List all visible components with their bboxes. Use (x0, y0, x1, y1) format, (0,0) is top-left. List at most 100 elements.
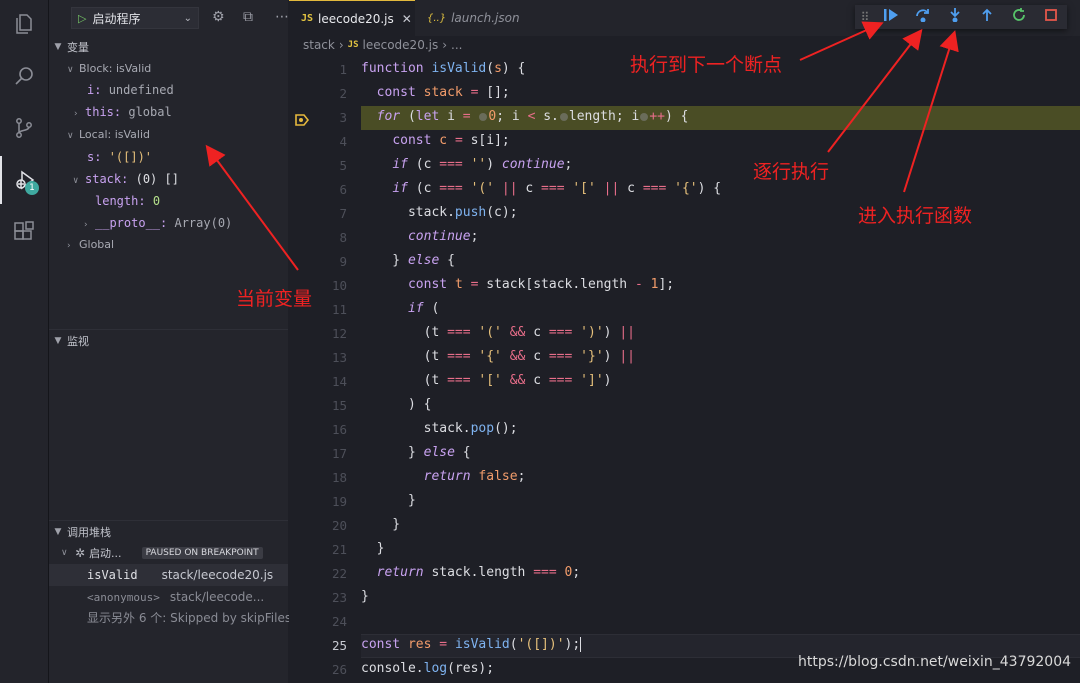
chevron-down-icon: ∨ (73, 176, 79, 186)
code-line: const t = stack[stack.length - 1]; (407, 277, 675, 292)
json-file-icon: {..} (427, 12, 447, 24)
continue-icon[interactable] (875, 8, 907, 26)
debug-icon[interactable] (0, 156, 48, 204)
var-stack[interactable]: ∨ stack: (0) [] (73, 172, 179, 186)
line-number: 14 (331, 374, 347, 389)
var-i[interactable]: i: undefined (87, 83, 174, 97)
callstack-section-header[interactable]: ▼ 调用堆栈 (49, 521, 288, 543)
annotation-step-over: 逐行执行 (753, 161, 830, 183)
restart-icon[interactable] (1003, 8, 1035, 26)
var-length[interactable]: length: 0 (95, 194, 160, 208)
paused-badge: PAUSED ON BREAKPOINT (141, 547, 263, 559)
watch-section-header[interactable]: ▼ 监视 (49, 330, 288, 352)
files-icon[interactable] (0, 0, 48, 48)
chevron-down-icon: ▼ (54, 527, 62, 537)
launch-config-label: 启动程序 (92, 11, 141, 26)
callstack-frame[interactable]: <anonymous> stack/leecode... (49, 586, 288, 608)
code-line: if ( (407, 301, 440, 316)
callstack-session[interactable]: ∨ ✲ 启动... PAUSED ON BREAKPOINT (49, 542, 288, 564)
var-proto[interactable]: › __proto__: Array(0) (83, 216, 232, 230)
code-line: continue; (407, 229, 479, 244)
debug-badge: 1 (25, 181, 39, 195)
code-line: for (let i = 0; i < s. length; i ++) { (376, 109, 689, 124)
chevron-down-icon: ▼ (54, 336, 62, 346)
scope-global[interactable]: › Global (67, 238, 114, 251)
watermark: https://blog.csdn.net/weixin_43792004 (798, 654, 1072, 670)
js-file-icon: JS (301, 13, 314, 24)
line-number: 3 (339, 110, 347, 125)
line-number: 22 (331, 566, 347, 581)
var-this[interactable]: › this: global (73, 105, 172, 119)
chevron-right-icon: › (83, 220, 89, 230)
breadcrumb-symbol[interactable]: ... (451, 38, 462, 52)
chevron-down-icon: ∨ (61, 548, 68, 558)
step-into-icon[interactable] (939, 8, 971, 26)
gear-icon[interactable]: ⚙ (212, 9, 225, 25)
code-line: return false; (423, 469, 526, 484)
line-number: 2 (339, 86, 347, 101)
line-number: 16 (331, 422, 347, 437)
search-icon[interactable] (0, 52, 48, 100)
code-line: function isValid(s) { (361, 61, 526, 76)
tab-launch-json[interactable]: {..} launch.json (427, 0, 520, 36)
debug-sidebar: ▷ 启动程序 ⌄ ⚙ ⧉ ⋯ ▼ 变量 ∨ Block: isValid i: u… (49, 0, 291, 683)
line-number: 15 (331, 398, 347, 413)
scope-local[interactable]: ∨ Local: isValid (67, 128, 150, 141)
chevron-right-icon: › (73, 109, 79, 119)
close-icon[interactable]: ✕ (402, 12, 412, 26)
variables-section-header[interactable]: ▼ 变量 (49, 36, 288, 58)
line-number: 6 (339, 182, 347, 197)
code-line: } (361, 541, 385, 556)
chevron-down-icon: ▼ (54, 42, 62, 52)
line-number: 25 (331, 638, 347, 653)
code-line: (t === '(' && c === ')') || (361, 325, 635, 340)
line-number: 24 (331, 614, 347, 629)
editor: JS leecode20.js ✕ {..} launch.json stack… (289, 0, 1080, 683)
line-number: 9 (339, 254, 347, 269)
launch-config-select[interactable]: ▷ 启动程序 ⌄ (71, 7, 199, 29)
extensions-icon[interactable] (0, 208, 48, 256)
annotation-run-to-next: 执行到下一个断点 (630, 54, 783, 76)
line-number: 18 (331, 470, 347, 485)
annotation-current-vars: 当前变量 (236, 288, 313, 310)
debug-toolbar: ▷ 启动程序 ⌄ ⚙ ⧉ ⋯ (49, 0, 289, 36)
line-number: 26 (331, 662, 347, 677)
code-line: if (c === '') continue; (392, 157, 573, 172)
debug-action-toolbar: ⠿ (855, 5, 1067, 29)
var-s[interactable]: s: '([])' (87, 150, 152, 164)
tab-leecode20[interactable]: JS leecode20.js ✕ (289, 0, 415, 36)
breadcrumb-folder[interactable]: stack (303, 38, 335, 52)
code-line: } else { (361, 445, 471, 460)
activity-bar: 1 (0, 0, 49, 683)
line-number: 5 (339, 158, 347, 173)
breadcrumb-file[interactable]: leecode20.js (363, 38, 439, 52)
code-line: (t === '[' && c === ']') (361, 373, 612, 388)
source-control-icon[interactable] (0, 104, 48, 152)
code-line: const stack = []; (376, 85, 510, 100)
code-line: ) { (361, 397, 432, 412)
code-line: const res = isValid('([])'); (361, 637, 582, 652)
code-line: return stack.length === 0; (376, 565, 581, 580)
stop-icon[interactable] (1035, 8, 1067, 26)
drag-handle-icon[interactable]: ⠿ (855, 10, 875, 24)
line-number: 1 (339, 62, 347, 77)
more-icon[interactable]: ⋯ (275, 9, 289, 25)
bug-icon: ✲ (75, 546, 86, 560)
chevron-down-icon: ⌄ (183, 12, 192, 24)
code-line: } (361, 517, 401, 532)
code-line: console.log(res); (361, 661, 495, 676)
debug-console-icon[interactable]: ⧉ (243, 9, 253, 25)
code-line: const c = s[i]; (392, 133, 510, 148)
callstack-frame[interactable]: isValid stack/leecode20.js (49, 564, 288, 586)
chevron-down-icon: ∨ (67, 65, 74, 75)
line-number: 13 (331, 350, 347, 365)
step-out-icon[interactable] (971, 8, 1003, 26)
step-over-icon[interactable] (907, 8, 939, 26)
code-line: } (361, 589, 369, 604)
show-more-frames[interactable]: 显示另外 6 个: Skipped by skipFiles (49, 606, 291, 628)
scope-block[interactable]: ∨ Block: isValid (67, 62, 151, 75)
line-number: 8 (339, 230, 347, 245)
js-file-icon: JS (347, 40, 359, 50)
start-debug-icon[interactable]: ▷ (78, 12, 86, 25)
line-number: 21 (331, 542, 347, 557)
